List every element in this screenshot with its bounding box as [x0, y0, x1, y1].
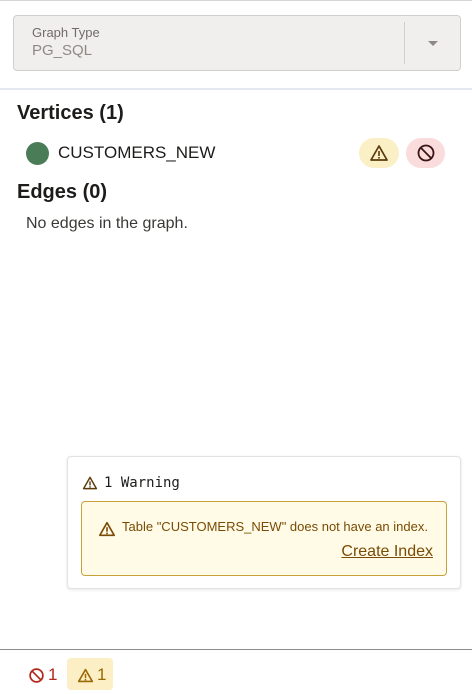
warning-message-box: Table "CUSTOMERS_NEW" does not have an i… [81, 501, 447, 576]
status-warning-count[interactable]: 1 [67, 658, 113, 690]
header-separator [0, 88, 472, 90]
vertices-heading: Vertices (1) [17, 102, 124, 124]
warnings-panel: 1 Warning Table "CUSTOMERS_NEW" does not… [67, 456, 461, 589]
warning-icon [82, 476, 98, 490]
top-border [0, 0, 472, 1]
error-count-label: 1 [48, 665, 58, 684]
graph-type-value: PG_SQL [32, 42, 93, 59]
vertex-warning-badge[interactable] [359, 138, 399, 168]
edges-heading: Edges (0) [17, 181, 108, 203]
blocked-icon [29, 668, 44, 683]
warning-icon [77, 668, 94, 683]
warning-icon [98, 521, 116, 537]
warnings-count-label: 1 Warning [104, 475, 180, 491]
blocked-icon [417, 144, 435, 162]
edges-empty-text: No edges in the graph. [26, 215, 188, 232]
create-index-link[interactable]: Create Index [341, 543, 433, 561]
warning-message-text: Table "CUSTOMERS_NEW" does not have an i… [122, 519, 428, 534]
chevron-down-icon[interactable] [426, 40, 440, 48]
vertex-name: CUSTOMERS_NEW [58, 143, 216, 162]
warning-icon [370, 145, 388, 161]
vertex-item[interactable]: CUSTOMERS_NEW [26, 138, 446, 168]
vertex-color-dot [26, 142, 49, 165]
status-bar-separator [0, 649, 472, 650]
graph-type-label: Graph Type [32, 25, 100, 40]
select-divider [404, 22, 405, 64]
warning-count-label: 1 [97, 665, 107, 684]
vertex-error-badge[interactable] [406, 138, 445, 168]
graph-type-select[interactable]: Graph Type PG_SQL [13, 15, 461, 71]
status-error-count[interactable]: 1 [28, 664, 64, 686]
